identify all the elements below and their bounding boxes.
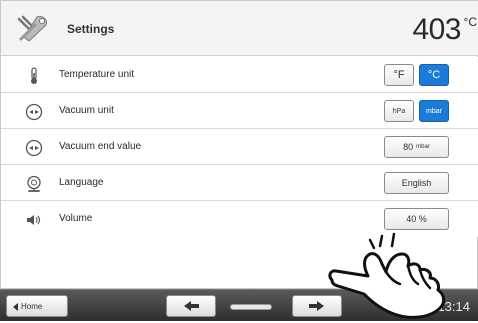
hpa-button[interactable]: hPa xyxy=(384,100,414,122)
tools-icon xyxy=(17,15,47,42)
page-indicator[interactable] xyxy=(230,304,272,310)
celsius-button[interactable]: °C xyxy=(419,64,449,86)
temperature-readout: 403 xyxy=(412,13,461,46)
vacuum-icon xyxy=(25,139,43,157)
setting-row-vacuum-end-value: Vacuum end value 80 mbar xyxy=(1,129,478,165)
header: Settings 403 °C xyxy=(1,1,478,56)
back-button[interactable] xyxy=(166,295,216,317)
setting-row-vacuum-unit: Vacuum unit hPa mbar xyxy=(1,93,478,129)
setting-label: Temperature unit xyxy=(59,69,135,80)
mbar-button[interactable]: mbar xyxy=(419,100,449,122)
home-button[interactable]: Home xyxy=(6,295,68,317)
setting-label: Vacuum end value xyxy=(59,141,142,152)
thermometer-icon xyxy=(31,67,37,84)
vacuum-end-value-button[interactable]: 80 mbar xyxy=(384,136,449,158)
pointing-hand-icon xyxy=(328,232,446,319)
setting-row-language: Language English xyxy=(1,165,478,201)
home-button-label: Home xyxy=(21,302,43,311)
vacuum-end-value-unit: mbar xyxy=(416,144,430,150)
vacuum-end-value: 80 xyxy=(403,142,414,152)
setting-label: Language xyxy=(59,177,104,188)
setting-row-temperature-unit: Temperature unit °F °C xyxy=(1,57,478,93)
temperature-readout-unit: °C xyxy=(463,15,477,29)
setting-label: Vacuum unit xyxy=(59,105,114,116)
language-icon xyxy=(27,175,41,192)
page-title: Settings xyxy=(67,22,115,36)
speaker-icon xyxy=(27,215,41,225)
language-button[interactable]: English xyxy=(384,172,449,194)
setting-label: Volume xyxy=(59,213,93,224)
vacuum-icon xyxy=(25,103,43,121)
home-arrow-icon xyxy=(13,303,18,311)
arrow-left-icon xyxy=(184,301,199,311)
volume-button[interactable]: 40 % xyxy=(384,208,449,230)
fahrenheit-button[interactable]: °F xyxy=(384,64,414,86)
